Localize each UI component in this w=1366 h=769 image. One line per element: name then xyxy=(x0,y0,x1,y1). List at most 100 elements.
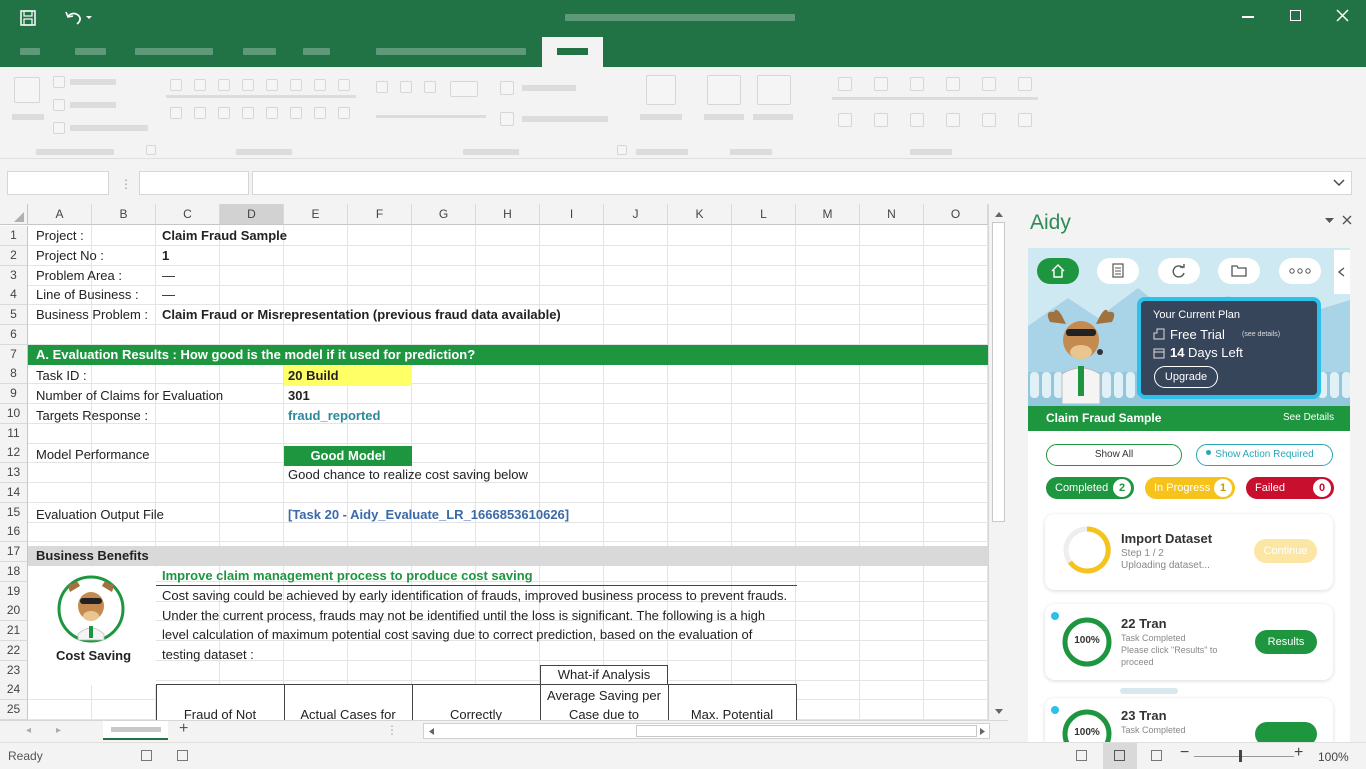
results-button[interactable]: Results xyxy=(1255,630,1317,654)
page-break-view-icon[interactable] xyxy=(1151,750,1162,761)
whatif-label[interactable]: What-if Analysis xyxy=(540,665,668,685)
show-all-button[interactable]: Show All xyxy=(1046,444,1182,466)
maximize-icon[interactable] xyxy=(1290,10,1301,21)
row-header[interactable]: 21 xyxy=(0,621,28,641)
row-header[interactable]: 23 xyxy=(0,660,28,681)
scroll-up-icon[interactable] xyxy=(994,211,1004,218)
scroll-thumb[interactable] xyxy=(992,222,1005,522)
cell-a15[interactable]: Evaluation Output File xyxy=(36,505,164,525)
row-header[interactable]: 11 xyxy=(0,423,28,444)
paragraph-line-1[interactable]: Cost saving could be achieved by early i… xyxy=(162,586,787,606)
sheet-tab[interactable] xyxy=(103,721,168,740)
row-header[interactable]: 1 xyxy=(0,226,28,246)
cell-e12[interactable]: Good Model xyxy=(284,446,412,466)
collapse-pane-button[interactable] xyxy=(1334,250,1350,294)
menu-tab-active[interactable] xyxy=(542,37,603,67)
row-header[interactable]: 13 xyxy=(0,463,28,483)
cell-e9[interactable]: 301 xyxy=(288,386,310,406)
column-header[interactable]: K xyxy=(668,204,732,225)
plan-see-details[interactable]: (see details) xyxy=(1242,331,1280,338)
cell-a8[interactable]: Task ID : xyxy=(36,366,87,386)
menu-tab[interactable] xyxy=(376,48,526,55)
column-header[interactable]: I xyxy=(540,204,604,225)
close-icon[interactable] xyxy=(1336,9,1349,22)
tab-splitter-icon[interactable]: ⋮ xyxy=(386,723,398,737)
cell-a1[interactable]: Project : xyxy=(36,226,84,246)
column-header[interactable]: O xyxy=(924,204,988,225)
nav-tasks-button[interactable] xyxy=(1097,258,1139,284)
menu-tab[interactable] xyxy=(135,48,213,55)
save-icon[interactable] xyxy=(19,9,37,27)
paragraph-line-3[interactable]: level calculation of maximum potential c… xyxy=(162,625,752,645)
ribbon-button[interactable] xyxy=(14,77,40,103)
nav-folder-button[interactable] xyxy=(1218,258,1260,284)
menu-tab[interactable] xyxy=(75,48,106,55)
nav-more-button[interactable] xyxy=(1279,258,1321,284)
column-header[interactable]: G xyxy=(412,204,476,225)
cell-a3[interactable]: Problem Area : xyxy=(36,266,122,286)
macro-record-icon[interactable] xyxy=(141,750,152,761)
cell-a5[interactable]: Business Problem : xyxy=(36,305,148,325)
zoom-in-icon[interactable]: + xyxy=(1294,744,1303,762)
select-all-corner[interactable] xyxy=(0,204,28,225)
row-header[interactable]: 9 xyxy=(0,384,28,404)
show-action-required-button[interactable]: Show Action Required xyxy=(1196,444,1333,466)
column-header[interactable]: F xyxy=(348,204,412,225)
menu-tab[interactable] xyxy=(20,48,40,55)
normal-view-icon[interactable] xyxy=(1076,750,1087,761)
row-header[interactable]: 18 xyxy=(0,561,28,582)
column-header[interactable]: M xyxy=(796,204,860,225)
cell-c5[interactable]: Claim Fraud or Misrepresentation (previo… xyxy=(162,305,561,325)
table-header[interactable]: Fraud of Not xyxy=(156,705,284,720)
continue-button[interactable]: Continue xyxy=(1254,539,1317,563)
scroll-down-icon[interactable] xyxy=(994,708,1004,715)
function-box[interactable] xyxy=(139,171,249,195)
column-header[interactable]: J xyxy=(604,204,668,225)
task-card-22-tran[interactable]: 100% 22 Tran Task Completed Please click… xyxy=(1045,604,1333,680)
zoom-level[interactable]: 100% xyxy=(1318,750,1349,764)
nav-home-button[interactable] xyxy=(1037,258,1079,284)
formula-input[interactable] xyxy=(252,171,1352,195)
cell-e10[interactable]: fraud_reported xyxy=(288,406,380,426)
vertical-scrollbar[interactable] xyxy=(988,204,1008,720)
prev-sheet-icon[interactable]: ◂ xyxy=(26,725,31,736)
improve-title[interactable]: Improve claim management process to prod… xyxy=(162,566,533,586)
row-header[interactable]: 3 xyxy=(0,265,28,286)
scroll-left-icon[interactable] xyxy=(428,727,435,736)
row-header[interactable]: 25 xyxy=(0,700,28,720)
menu-tab[interactable] xyxy=(303,48,330,55)
spreadsheet-grid[interactable]: ABCDEFGHIJKLMNO 1 2 3 4 5 6 7 8 9 10 11 12 13 14 15 16 1… xyxy=(0,204,1008,720)
cost-saving-label[interactable]: Cost Saving xyxy=(28,646,159,666)
zoom-out-icon[interactable]: − xyxy=(1180,744,1189,762)
row-header[interactable]: 8 xyxy=(0,364,28,385)
accessibility-icon[interactable] xyxy=(177,750,188,761)
row-header[interactable]: 12 xyxy=(0,443,28,464)
eval-output-link[interactable]: [Task 20 - Aidy_Evaluate_LR_166685361062… xyxy=(288,505,569,525)
row-header[interactable]: 14 xyxy=(0,482,28,503)
column-header[interactable]: L xyxy=(732,204,796,225)
failed-filter[interactable]: Failed 0 xyxy=(1246,477,1334,499)
table-header[interactable]: Actual Cases for xyxy=(284,705,412,720)
column-header[interactable]: E xyxy=(284,204,348,225)
chevron-down-icon[interactable] xyxy=(1333,179,1345,187)
row-header[interactable]: 17 xyxy=(0,542,28,562)
paragraph-line-2[interactable]: Under the current process, frauds may no… xyxy=(162,606,765,626)
cell-c3[interactable]: — xyxy=(162,266,175,286)
business-benefits-title[interactable]: Business Benefits xyxy=(36,546,149,566)
next-sheet-icon[interactable]: ▸ xyxy=(56,725,61,736)
see-details-link[interactable]: See Details xyxy=(1283,412,1334,423)
cell-a4[interactable]: Line of Business : xyxy=(36,285,139,305)
column-header[interactable]: N xyxy=(860,204,924,225)
row-header[interactable]: 19 xyxy=(0,581,28,602)
results-button[interactable] xyxy=(1255,722,1317,742)
column-header[interactable]: B xyxy=(92,204,156,225)
row-header[interactable]: 16 xyxy=(0,522,28,543)
column-header[interactable]: A xyxy=(28,204,92,225)
upgrade-button[interactable]: Upgrade xyxy=(1154,366,1218,388)
row-header[interactable]: 2 xyxy=(0,245,28,266)
zoom-slider-handle[interactable] xyxy=(1239,750,1242,762)
add-sheet-icon[interactable]: + xyxy=(179,720,188,738)
horizontal-scrollbar[interactable] xyxy=(423,723,990,739)
cell-a9[interactable]: Number of Claims for Evaluation xyxy=(36,386,223,406)
cell-c4[interactable]: — xyxy=(162,285,175,305)
